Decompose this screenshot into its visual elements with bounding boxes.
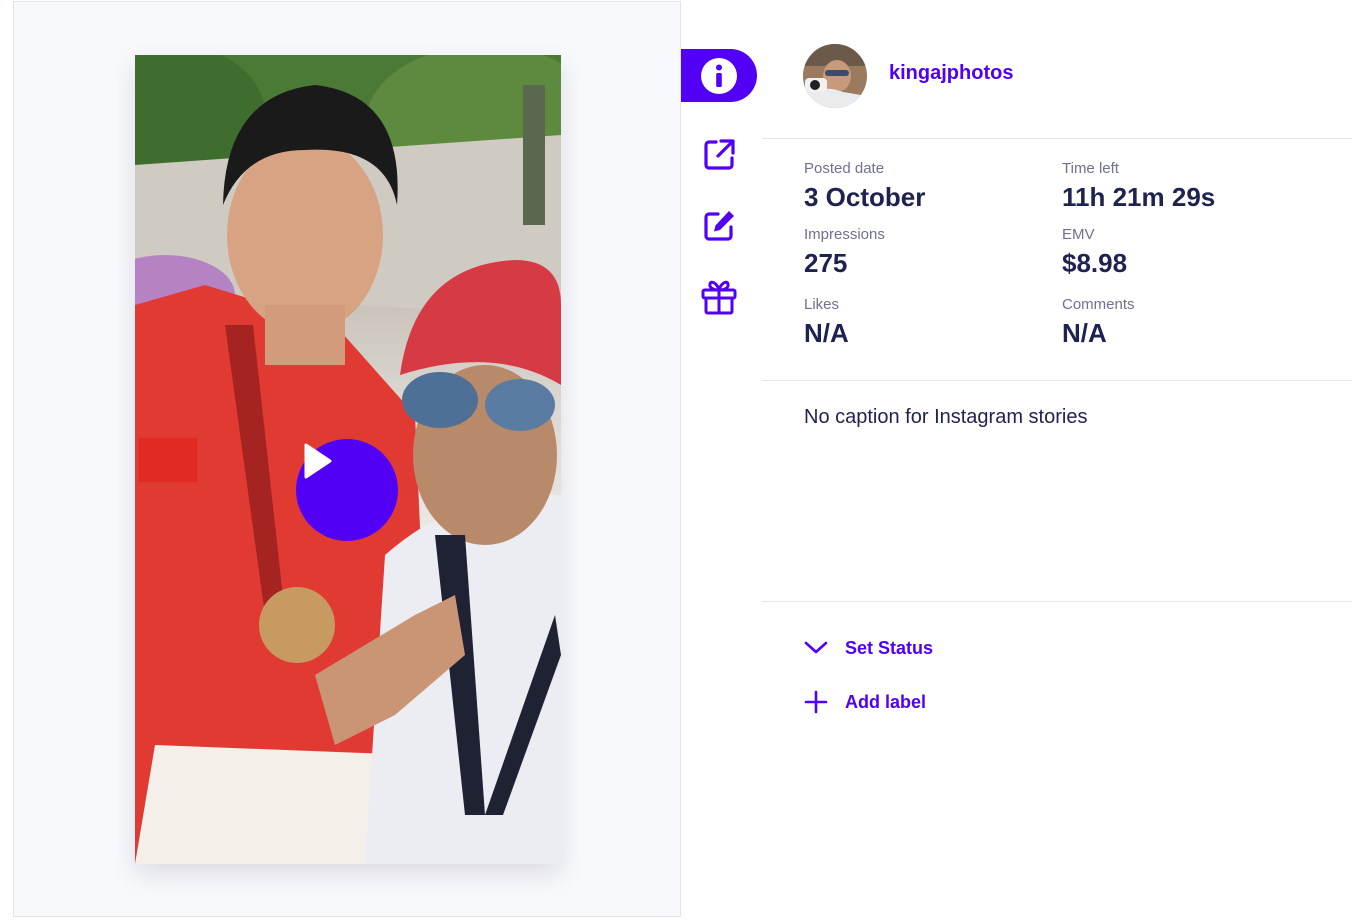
chevron-down-icon (804, 636, 828, 660)
metric-value-emv: $8.98 (1062, 248, 1128, 278)
avatar[interactable] (803, 44, 867, 108)
metric-value-impressions: 275 (804, 248, 848, 278)
metric-value-comments: N/A (1062, 318, 1107, 348)
set-status-label: Set Status (845, 637, 934, 658)
add-label-label: Add label (845, 691, 927, 712)
metric-label-impressions: Impressions (804, 226, 885, 243)
metric-value-posted-date: 3 October (804, 182, 926, 212)
metric-value-time-left: 11h 21m 29s (1062, 182, 1216, 212)
info-icon (701, 57, 737, 94)
info-tab[interactable] (681, 49, 757, 102)
play-icon (304, 443, 332, 479)
plus-icon (804, 690, 828, 714)
edit-icon (704, 211, 734, 241)
metric-label-posted-date: Posted date (804, 160, 885, 177)
external-link-icon (704, 139, 735, 170)
edit-button[interactable] (700, 207, 738, 245)
media-panel (13, 1, 681, 917)
metric-label-likes: Likes (804, 296, 840, 313)
divider (762, 380, 1352, 381)
add-label-button[interactable]: Add label (804, 690, 926, 714)
open-external-button[interactable] (700, 136, 738, 174)
divider (762, 138, 1352, 139)
metric-label-comments: Comments (1062, 296, 1135, 313)
avatar-image (803, 44, 867, 108)
username-link[interactable]: kingajphotos (889, 62, 1013, 85)
divider (762, 601, 1352, 602)
metric-label-time-left: Time left (1062, 160, 1119, 177)
metric-value-likes: N/A (804, 318, 849, 348)
metric-label-emv: EMV (1062, 226, 1095, 243)
set-status-button[interactable]: Set Status (804, 636, 933, 660)
gift-button[interactable] (700, 278, 738, 316)
caption-text: No caption for Instagram stories (804, 406, 1088, 428)
play-button[interactable] (296, 439, 398, 541)
story-media[interactable] (135, 55, 561, 864)
gift-icon (701, 280, 737, 315)
